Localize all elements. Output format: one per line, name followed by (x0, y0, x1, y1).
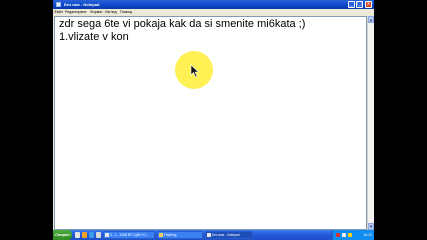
notepad-icon (56, 2, 61, 7)
taskbar-button-active[interactable]: Без име - Notepad (205, 231, 253, 239)
editor-line: 1.vlizate v kon (59, 31, 129, 43)
minimize-button[interactable]: _ (348, 1, 355, 8)
system-tray: 16:22 (332, 230, 374, 240)
desktop-screen: Без име - Notepad _ □ x Файл Редактиране… (53, 0, 374, 240)
media-player-icon[interactable] (96, 232, 101, 238)
notepad-icon (207, 233, 211, 238)
menu-format[interactable]: Формат (90, 9, 103, 16)
menu-view[interactable]: Изглед (105, 9, 117, 16)
scroll-down-icon[interactable]: ▼ (368, 223, 374, 230)
menu-file[interactable]: Файл (54, 9, 63, 16)
scroll-up-icon[interactable]: ▲ (368, 16, 374, 23)
close-button[interactable]: x (365, 1, 372, 8)
text-editor[interactable]: zdr sega 6te vi pokaja kak da si smenite… (54, 16, 367, 230)
network-icon[interactable] (342, 233, 346, 237)
menu-help[interactable]: Помощ (120, 9, 132, 16)
firefox-icon[interactable] (82, 232, 87, 238)
start-button[interactable]: Старт (53, 230, 72, 240)
antivirus-icon[interactable] (336, 233, 340, 237)
browser-icon[interactable] (89, 232, 94, 238)
window-title: Без име - Notepad (64, 2, 100, 7)
show-desktop-icon[interactable] (75, 232, 80, 238)
taskbar: Старт 3 - 1 - 1498 BY CyBrY D... Flashin… (53, 230, 374, 240)
editor-line: zdr sega 6te vi pokaja kak da si smenite… (59, 18, 306, 30)
menu-edit[interactable]: Редактиране (65, 9, 87, 16)
video-app-icon (105, 233, 109, 238)
vertical-scrollbar[interactable]: ▲ ▼ (367, 16, 374, 230)
taskbar-button[interactable]: 3 - 1 - 1498 BY CyBrY D... (103, 231, 155, 239)
volume-icon[interactable] (348, 233, 352, 237)
taskbar-button-label: Без име - Notepad (212, 233, 240, 237)
clock: 16:22 (363, 233, 373, 237)
mouse-cursor-icon (190, 64, 200, 78)
window-titlebar[interactable]: Без име - Notepad _ □ x (53, 0, 374, 9)
folder-icon (159, 233, 163, 238)
maximize-button[interactable]: □ (356, 1, 363, 8)
taskbar-button-label: 3 - 1 - 1498 BY CyBrY D... (110, 233, 149, 237)
taskbar-button[interactable]: Flashing (157, 231, 203, 239)
taskbar-button-label: Flashing (164, 233, 177, 237)
menu-bar: Файл Редактиране Формат Изглед Помощ (53, 9, 374, 16)
